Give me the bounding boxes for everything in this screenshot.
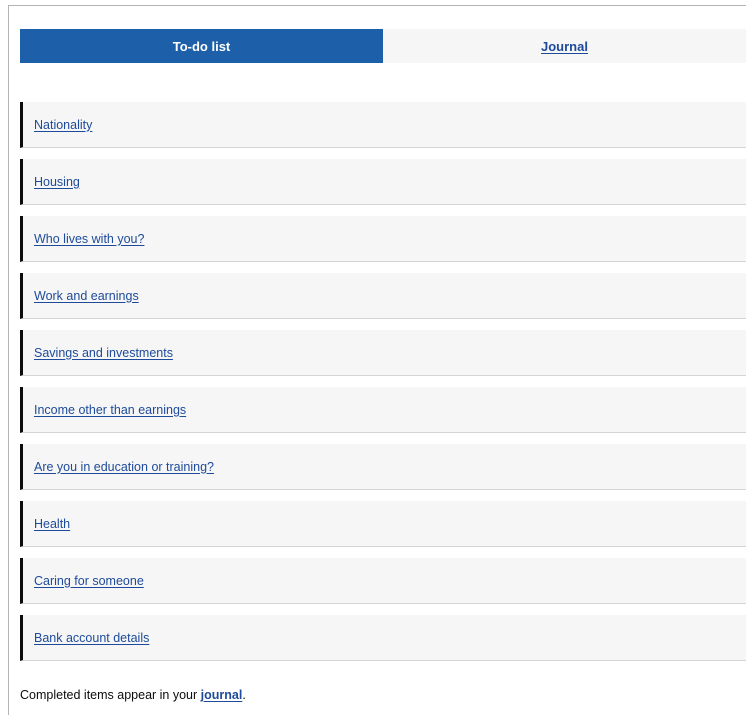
journal-link[interactable]: journal: [201, 688, 243, 702]
list-item: Work and earnings: [20, 273, 746, 319]
list-item: Are you in education or training?: [20, 444, 746, 490]
task-link-education-or-training[interactable]: Are you in education or training?: [34, 460, 214, 474]
task-link-work-and-earnings[interactable]: Work and earnings: [34, 289, 139, 303]
task-link-who-lives-with-you[interactable]: Who lives with you?: [34, 232, 144, 246]
list-item: Nationality: [20, 102, 746, 148]
list-item: Savings and investments: [20, 330, 746, 376]
list-item: Who lives with you?: [20, 216, 746, 262]
task-link-nationality[interactable]: Nationality: [34, 118, 92, 132]
todo-task-list: Nationality Housing Who lives with you? …: [20, 102, 746, 672]
top-divider: [8, 5, 746, 6]
tab-bar: To-do list Journal: [20, 29, 746, 63]
task-link-housing[interactable]: Housing: [34, 175, 80, 189]
completed-items-note: Completed items appear in your journal.: [20, 688, 246, 702]
list-item: Bank account details: [20, 615, 746, 661]
footer-period: .: [242, 688, 246, 702]
task-link-savings-and-investments[interactable]: Savings and investments: [34, 346, 173, 360]
list-item: Income other than earnings: [20, 387, 746, 433]
tab-todo-list[interactable]: To-do list: [20, 29, 383, 63]
left-divider: [8, 5, 9, 715]
task-link-health[interactable]: Health: [34, 517, 70, 531]
footer-text: Completed items appear in your: [20, 688, 201, 702]
list-item: Health: [20, 501, 746, 547]
tab-journal[interactable]: Journal: [383, 29, 746, 63]
task-link-income-other-than-earnings[interactable]: Income other than earnings: [34, 403, 186, 417]
list-item: Housing: [20, 159, 746, 205]
list-item: Caring for someone: [20, 558, 746, 604]
task-link-bank-account-details[interactable]: Bank account details: [34, 631, 149, 645]
task-link-caring-for-someone[interactable]: Caring for someone: [34, 574, 144, 588]
